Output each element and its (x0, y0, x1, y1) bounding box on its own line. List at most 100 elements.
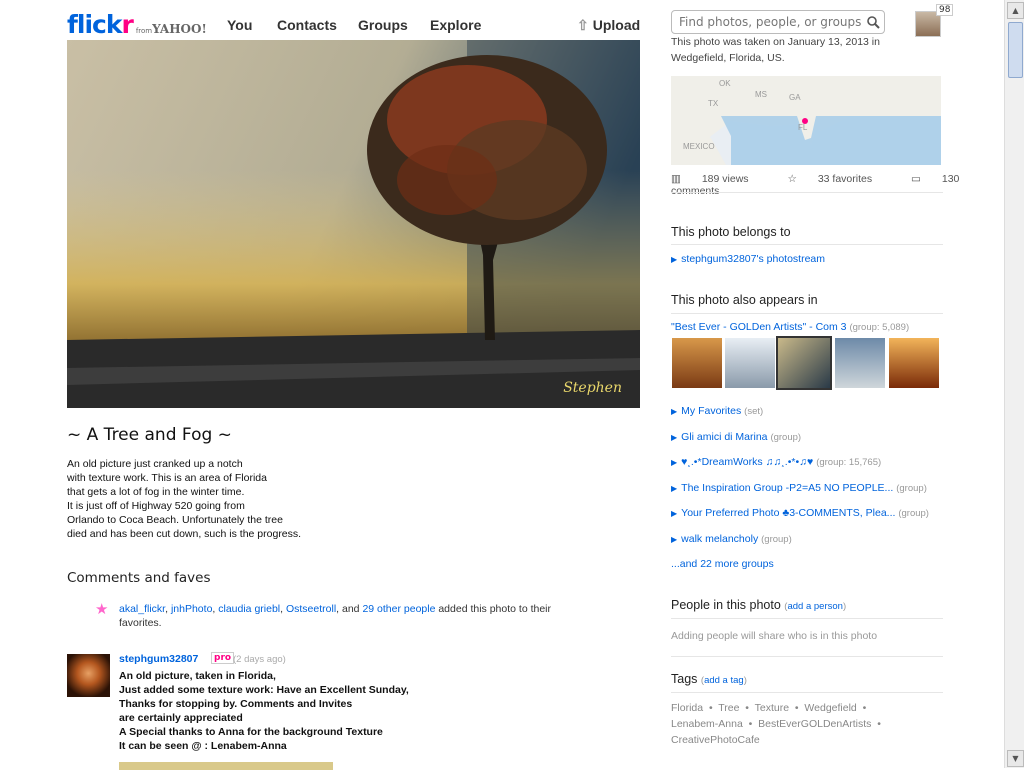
scroll-up-arrow-icon[interactable]: ▲ (1007, 2, 1024, 19)
comment-image (119, 762, 333, 770)
description-line: An old picture just cranked up a notch (67, 458, 243, 470)
tag-item[interactable]: Wedgefield (804, 702, 856, 714)
nav-you[interactable]: You (227, 17, 252, 33)
divider (671, 656, 943, 657)
triangle-right-icon: ▶ (671, 407, 678, 416)
group-meta: (group) (770, 432, 802, 443)
photo-signature: Stephen (563, 380, 622, 396)
search-icon[interactable] (862, 11, 884, 33)
views-stat: ▥ 189 views (671, 173, 767, 185)
photostream-label[interactable]: stephgum32807's photostream (681, 253, 825, 265)
divider (671, 618, 943, 619)
comment-body: An old picture, taken in Florida, Just a… (119, 669, 409, 753)
fave-user-link[interactable]: jnhPhoto (171, 603, 212, 615)
map-label: OK (719, 79, 731, 88)
comment-bubble-icon: ▭ (911, 173, 921, 185)
description-line: died and has been cut down, such is the … (67, 528, 302, 540)
more-groups-label[interactable]: ...and 22 more groups (671, 558, 774, 570)
tag-item[interactable]: Tree (718, 702, 739, 714)
group-link[interactable]: The Inspiration Group -P2=A5 NO PEOPLE..… (681, 482, 893, 494)
location-map[interactable]: OK MS GA TX FL MEXICO (671, 76, 941, 165)
group-thumbnail[interactable] (725, 338, 775, 388)
group-link[interactable]: Gli amici di Marina (681, 431, 767, 443)
nav-groups[interactable]: Groups (358, 17, 408, 33)
photostream-link[interactable]: ▶ stephgum32807's photostream (671, 253, 825, 265)
group-meta: (set) (744, 406, 764, 417)
photo-description: An old picture just cranked up a notch w… (67, 457, 301, 541)
comment-line: Just added some texture work: Have an Ex… (119, 684, 409, 696)
logo-yahoo: YAHOO! (152, 22, 207, 36)
featured-group[interactable]: "Best Ever - GOLDen Artists" - Com 3 (gr… (671, 321, 909, 333)
featured-group-link[interactable]: "Best Ever - GOLDen Artists" - Com 3 (671, 321, 847, 333)
nav-contacts[interactable]: Contacts (277, 17, 337, 33)
pro-badge: pro (211, 652, 235, 664)
commenter-name[interactable]: stephgum32807 (119, 653, 198, 665)
group-thumbnail[interactable] (889, 338, 939, 388)
main-photo[interactable]: Stephen (67, 40, 640, 408)
triangle-right-icon: ▶ (671, 484, 678, 493)
map-label: TX (708, 99, 719, 108)
logo-from: from (135, 27, 153, 35)
featured-group-meta: (group: 5,089) (849, 322, 910, 333)
group-item[interactable]: ▶ Gli amici di Marina (group) (671, 431, 801, 443)
logo-text-a: flick (67, 10, 122, 39)
tags-heading-label: Tags (671, 672, 698, 686)
views-icon: ▥ (671, 173, 681, 185)
divider (671, 313, 943, 314)
vertical-scrollbar[interactable]: ▲ ▼ (1004, 0, 1024, 768)
tag-item[interactable]: CreativePhotoCafe (671, 734, 760, 746)
scroll-down-arrow-icon[interactable]: ▼ (1007, 750, 1024, 767)
group-item[interactable]: ▶ My Favorites (set) (671, 405, 763, 417)
group-link[interactable]: ♥¸.•*DreamWorks ♫♫¸.•*•♫♥ (681, 456, 813, 468)
divider (671, 244, 943, 245)
fave-others-link[interactable]: 29 other people (362, 603, 435, 615)
search-placeholder: Find photos, people, or groups (679, 15, 862, 29)
notification-badge[interactable]: 98 (936, 4, 954, 16)
group-thumbnail[interactable] (672, 338, 722, 388)
fave-user-link[interactable]: akal_flickr (119, 603, 165, 615)
taken-location[interactable]: Wedgefield, Florida, US. (671, 50, 880, 66)
group-thumbnail[interactable] (835, 338, 885, 388)
add-tag-link[interactable]: add a tag (704, 675, 744, 686)
group-item[interactable]: ▶ walk melancholy (group) (671, 533, 792, 545)
tag-item[interactable]: BestEverGOLDenArtists (758, 718, 871, 730)
upload-arrow-icon: ⇧ (577, 17, 589, 33)
triangle-right-icon: ▶ (671, 509, 678, 518)
photo-title: ~ A Tree and Fog ~ (67, 425, 232, 445)
flickr-logo[interactable]: flickr fromYAHOO! (67, 10, 207, 39)
tag-list: Florida • Tree • Texture • Wedgefield • … (671, 702, 881, 746)
people-note: Adding people will share who is in this … (671, 630, 878, 642)
group-link[interactable]: My Favorites (681, 405, 741, 417)
tag-item[interactable]: Lenabem-Anna (671, 718, 743, 730)
triangle-right-icon: ▶ (671, 535, 678, 544)
comment-line: Thanks for stopping by. Comments and Inv… (119, 698, 353, 710)
upload-button[interactable]: ⇧ Upload (577, 17, 640, 34)
comment-time[interactable]: (2 days ago) (233, 654, 286, 665)
fave-user-link[interactable]: claudia griebl (218, 603, 280, 615)
map-label: MS (755, 90, 767, 99)
tag-item[interactable]: Florida (671, 702, 703, 714)
description-line: with texture work. This is an area of Fl… (67, 472, 267, 484)
more-groups-link[interactable]: ...and 22 more groups (671, 558, 774, 570)
group-item[interactable]: ▶ ♥¸.•*DreamWorks ♫♫¸.•*•♫♥ (group: 15,76… (671, 456, 881, 468)
favorites-count: 33 favorites (817, 173, 873, 185)
fave-user-link[interactable]: Ostseetroll (286, 603, 336, 615)
views-count: 189 views (701, 173, 749, 185)
scrollbar-thumb[interactable] (1008, 22, 1023, 78)
group-link[interactable]: walk melancholy (681, 533, 758, 545)
group-link[interactable]: Your Preferred Photo ♣3-COMMENTS, Plea..… (681, 507, 895, 519)
commenter-avatar[interactable] (67, 654, 110, 697)
favorites-stat[interactable]: ☆ 33 favorites (787, 173, 890, 185)
group-thumbnail-selected[interactable] (776, 336, 832, 390)
nav-explore[interactable]: Explore (430, 17, 481, 33)
appears-heading: This photo also appears in (671, 293, 818, 307)
group-item[interactable]: ▶ The Inspiration Group -P2=A5 NO PEOPLE.… (671, 482, 927, 494)
group-item[interactable]: ▶ Your Preferred Photo ♣3-COMMENTS, Plea.… (671, 507, 929, 519)
group-meta: (group) (898, 508, 929, 519)
comment-line: are certainly appreciated (119, 712, 243, 724)
comment-line: It can be seen @ : Lenabem-Anna (119, 740, 287, 752)
search-input[interactable]: Find photos, people, or groups (671, 10, 885, 34)
add-person-link[interactable]: add a person (787, 601, 842, 612)
tag-item[interactable]: Texture (755, 702, 789, 714)
map-label: GA (789, 93, 801, 102)
